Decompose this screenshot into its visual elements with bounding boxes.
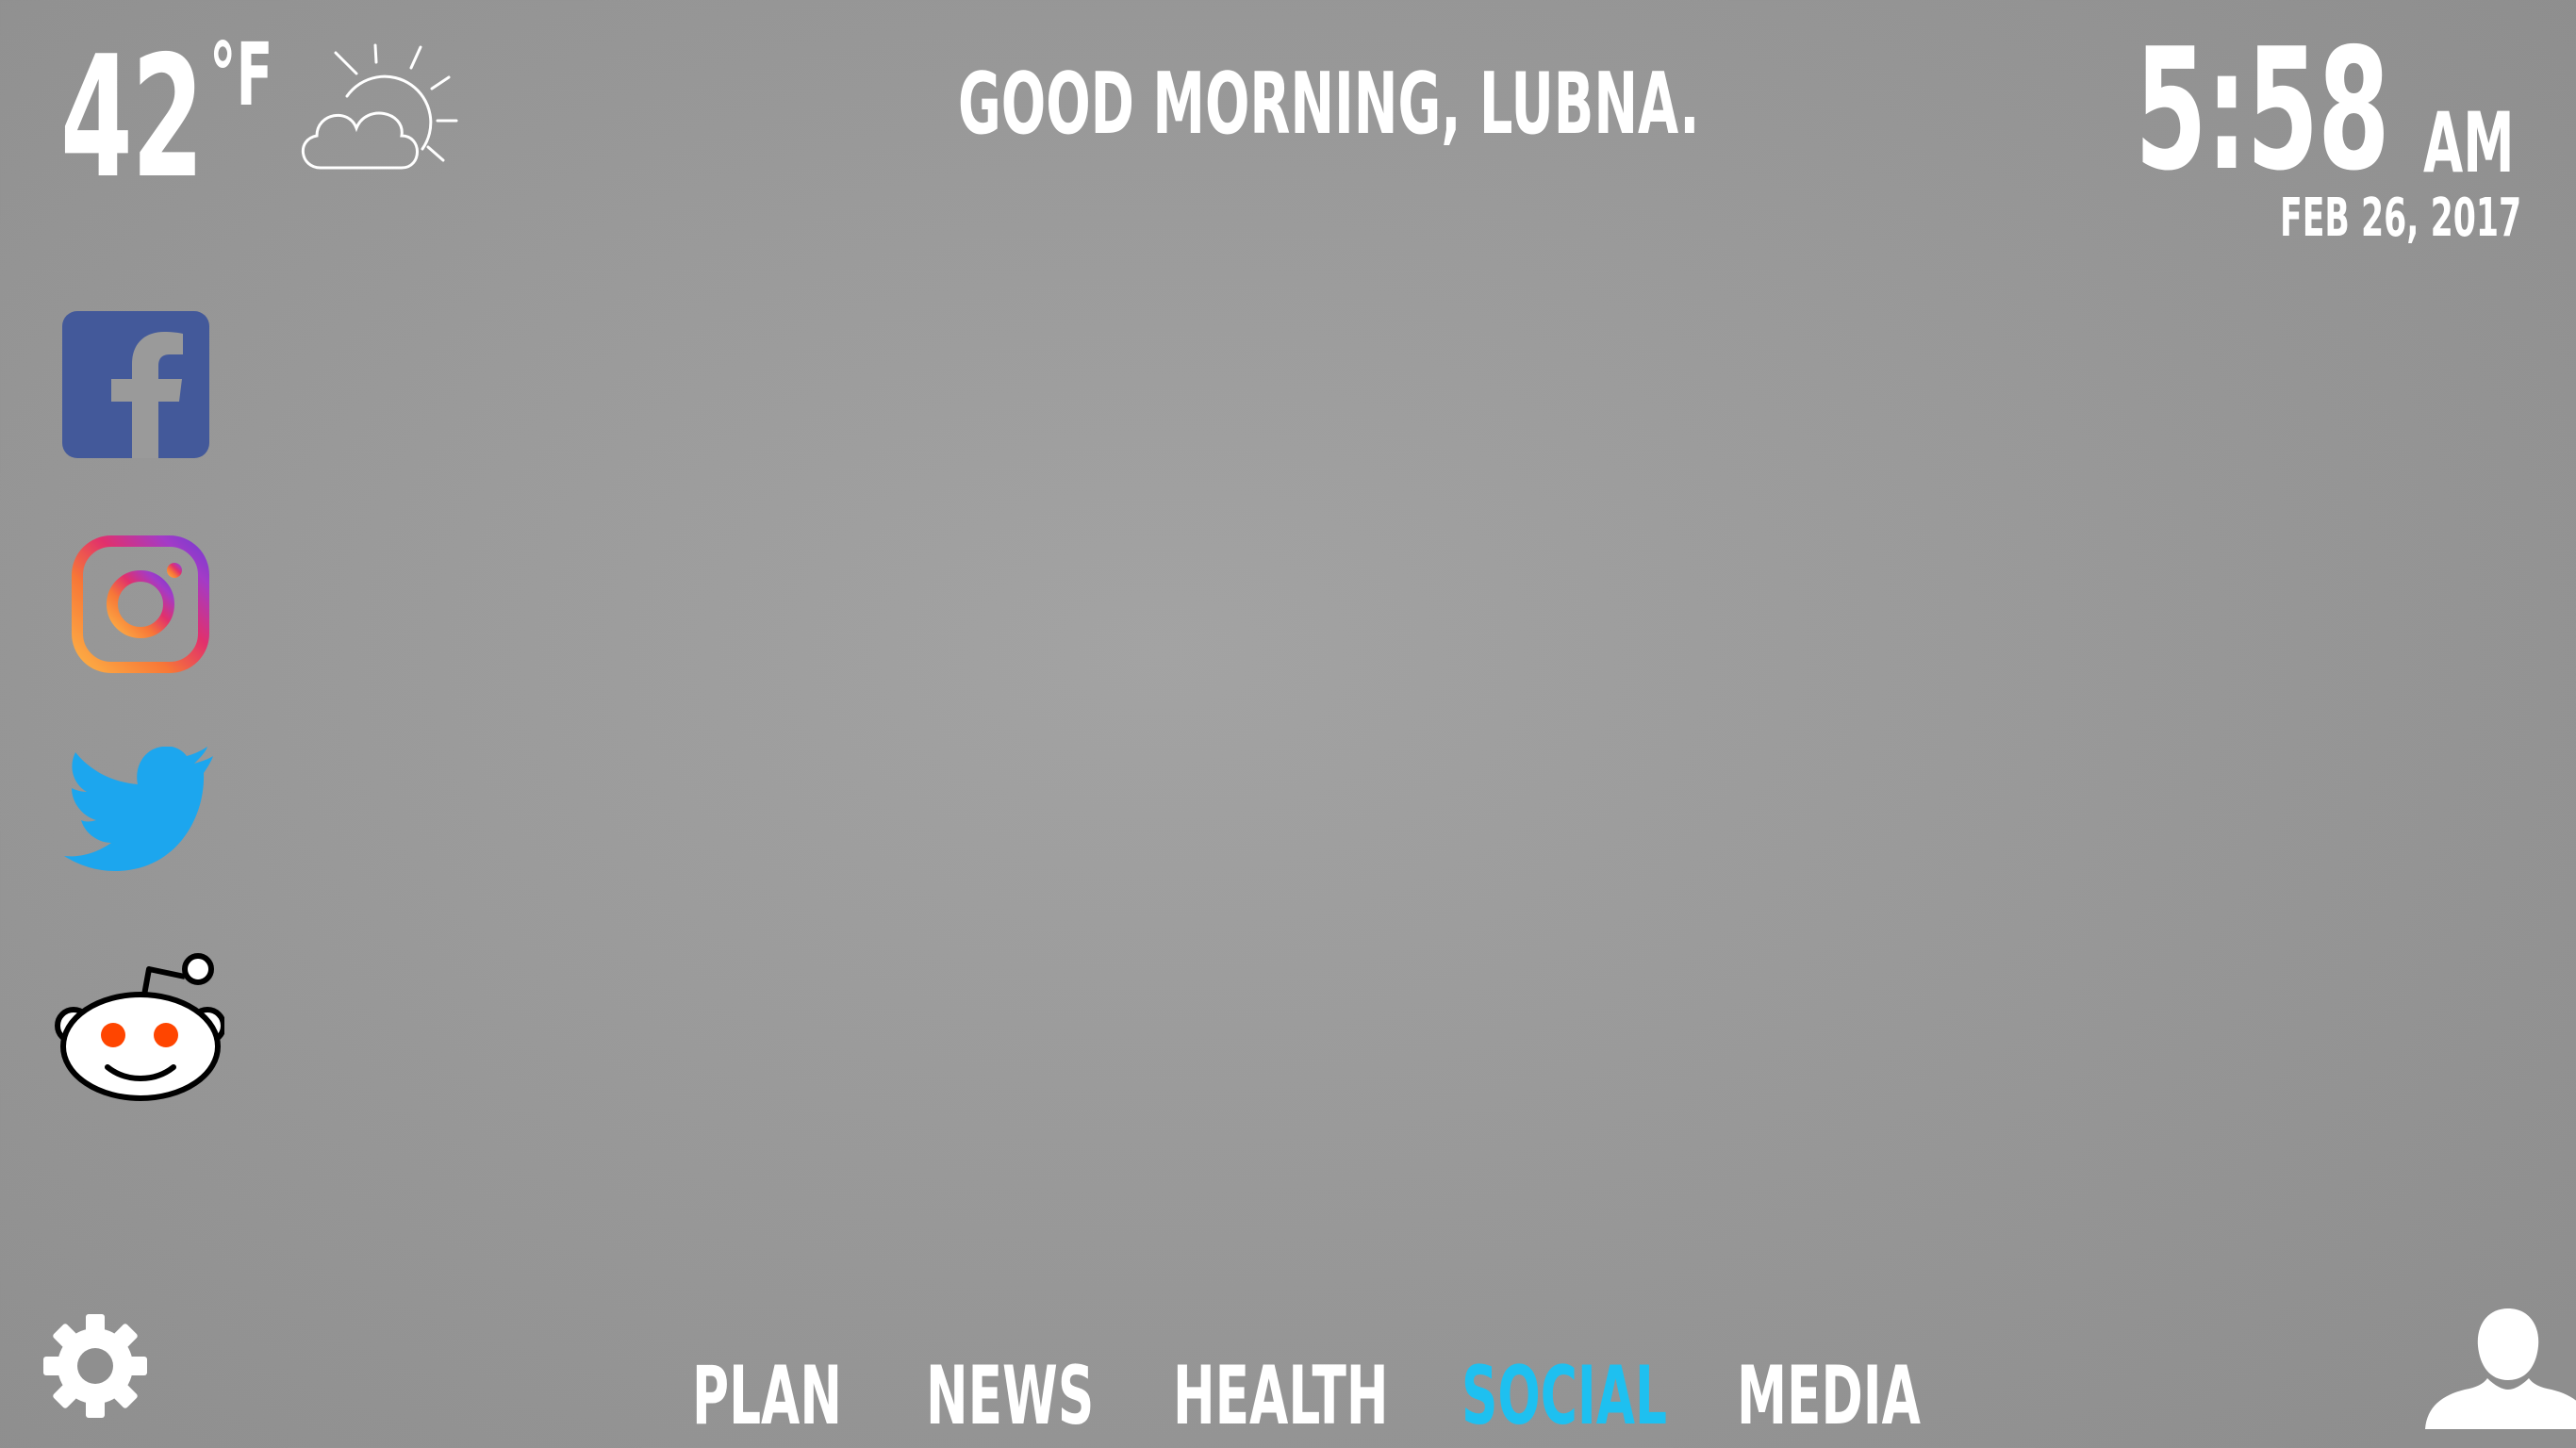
gear-icon[interactable] <box>40 1310 151 1422</box>
user-icon[interactable] <box>2421 1305 2576 1429</box>
tab-social[interactable]: SOCIAL <box>1461 1356 1667 1437</box>
tab-health[interactable]: HEALTH <box>1173 1356 1388 1437</box>
tab-news[interactable]: NEWS <box>926 1356 1094 1437</box>
temperature-unit: °F <box>209 25 273 125</box>
instagram-icon[interactable] <box>70 534 239 694</box>
tab-media[interactable]: MEDIA <box>1737 1356 1921 1437</box>
partly-cloudy-icon <box>289 38 468 179</box>
twitter-icon[interactable] <box>64 747 234 907</box>
tab-plan[interactable]: PLAN <box>692 1356 842 1437</box>
clock-date: FEB 26, 2017 <box>2280 188 2522 249</box>
greeting-message: GOOD MORNING, LUBNA. <box>958 55 1700 154</box>
facebook-icon[interactable] <box>62 311 232 471</box>
temperature-value: 42 <box>60 20 204 215</box>
reddit-icon[interactable] <box>45 945 224 1105</box>
clock-ampm: AM <box>2423 94 2515 191</box>
clock-time: 5:58 <box>2135 12 2390 207</box>
